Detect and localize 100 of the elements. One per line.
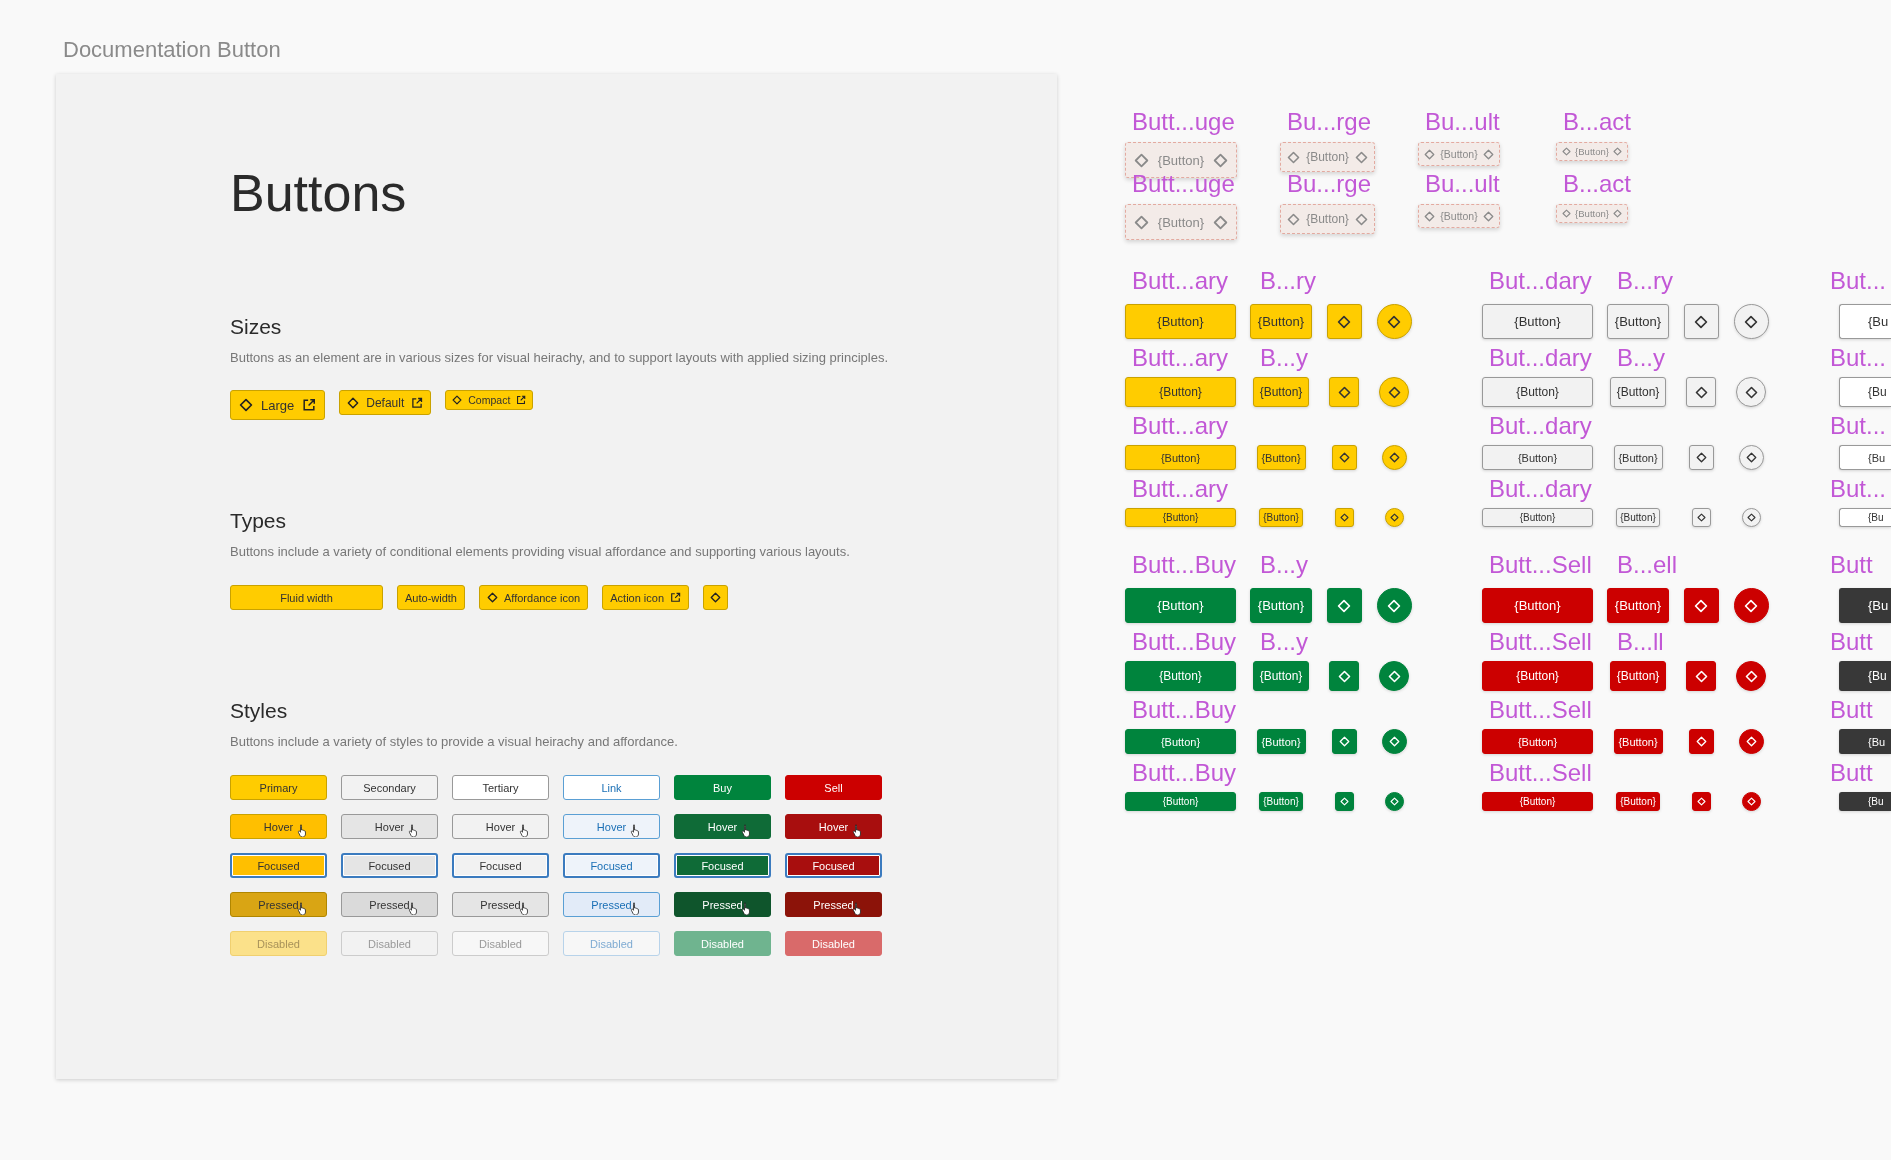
- button[interactable]: {Button}: [1125, 588, 1236, 623]
- button[interactable]: {Button}: [1253, 661, 1309, 691]
- button[interactable]: Hover: [563, 814, 660, 839]
- icon-button[interactable]: [1688, 445, 1714, 470]
- button[interactable]: Focused: [341, 853, 438, 878]
- button[interactable]: Sell: [785, 775, 882, 800]
- button[interactable]: Hover: [785, 814, 882, 839]
- button[interactable]: Link: [563, 775, 660, 800]
- component-label: Butt...uge: [1132, 109, 1235, 135]
- button[interactable]: Secondary: [341, 775, 438, 800]
- icon-button[interactable]: [1379, 377, 1409, 407]
- icon-button[interactable]: [1326, 304, 1362, 339]
- button[interactable]: {Button}: [1616, 792, 1660, 811]
- button[interactable]: Pressed: [785, 892, 882, 917]
- icon-button[interactable]: [1736, 661, 1766, 691]
- button[interactable]: Action icon: [602, 585, 690, 610]
- icon-button[interactable]: [1736, 377, 1766, 407]
- button[interactable]: Affordance icon: [479, 585, 589, 610]
- icon-button[interactable]: [1329, 377, 1359, 407]
- component-label: B...ry: [1260, 268, 1316, 294]
- button[interactable]: {Bu: [1839, 508, 1891, 527]
- button[interactable]: {Bu: [1839, 304, 1891, 339]
- icon-button[interactable]: [1331, 445, 1357, 470]
- button[interactable]: {Button}: [1125, 661, 1236, 691]
- icon-button[interactable]: [1691, 508, 1711, 527]
- icon-button[interactable]: [1741, 508, 1761, 527]
- button[interactable]: {Button}: [1259, 792, 1303, 811]
- button[interactable]: Focused: [230, 853, 327, 878]
- button[interactable]: {Bu: [1839, 661, 1891, 691]
- button[interactable]: Focused: [674, 853, 771, 878]
- button[interactable]: Focused: [452, 853, 549, 878]
- component-label: Butt...ary: [1132, 345, 1229, 371]
- button[interactable]: {Button}: [1482, 508, 1593, 527]
- button[interactable]: {Button}: [1482, 377, 1593, 407]
- icon-button[interactable]: [1738, 445, 1764, 470]
- button[interactable]: Compact: [445, 390, 534, 410]
- component-label: Bu...rge: [1287, 109, 1372, 135]
- button[interactable]: Hover: [452, 814, 549, 839]
- button[interactable]: Auto-width: [397, 585, 465, 610]
- button[interactable]: {Button}: [1125, 445, 1236, 470]
- button[interactable]: Fluid width: [230, 585, 383, 610]
- hand-cursor-icon: [629, 902, 641, 915]
- button[interactable]: Focused: [785, 853, 882, 878]
- icon-button[interactable]: [703, 585, 729, 610]
- button[interactable]: {Button}: [1125, 792, 1236, 811]
- button[interactable]: {Button}: [1256, 445, 1306, 470]
- button[interactable]: Focused: [563, 853, 660, 878]
- button[interactable]: Hover: [230, 814, 327, 839]
- button[interactable]: {Bu: [1839, 792, 1891, 811]
- button[interactable]: {Button}: [1259, 508, 1303, 527]
- button[interactable]: Pressed: [563, 892, 660, 917]
- icon-button[interactable]: [1376, 304, 1412, 339]
- icon-button[interactable]: [1334, 508, 1354, 527]
- button[interactable]: {Button}: [1253, 377, 1309, 407]
- button[interactable]: {Button}: [1482, 588, 1593, 623]
- icon-button[interactable]: [1384, 508, 1404, 527]
- button[interactable]: {Bu: [1839, 729, 1891, 754]
- icon-button[interactable]: [1683, 304, 1719, 339]
- button[interactable]: {Button}: [1610, 377, 1666, 407]
- button[interactable]: {Bu: [1839, 377, 1891, 407]
- button[interactable]: {Button}: [1125, 377, 1236, 407]
- button[interactable]: {Button}: [1607, 588, 1669, 623]
- component-label: Butt...Buy: [1132, 760, 1237, 786]
- button[interactable]: Pressed: [230, 892, 327, 917]
- button[interactable]: Primary: [230, 775, 327, 800]
- button[interactable]: Default: [339, 390, 432, 415]
- button[interactable]: {Bu: [1839, 445, 1891, 470]
- button[interactable]: {Button}: [1482, 729, 1593, 754]
- button[interactable]: {Button}: [1616, 508, 1660, 527]
- button[interactable]: {Button}: [1482, 792, 1593, 811]
- icon-button[interactable]: [1686, 661, 1716, 691]
- icon-button[interactable]: [1733, 304, 1769, 339]
- button[interactable]: {Button}: [1125, 304, 1236, 339]
- button[interactable]: {Button}: [1482, 661, 1593, 691]
- diamond-icon: [1389, 797, 1399, 806]
- button[interactable]: {Button}: [1250, 588, 1312, 623]
- button[interactable]: Pressed: [341, 892, 438, 917]
- external-link-icon: [302, 398, 317, 412]
- button[interactable]: {Button}: [1613, 729, 1663, 754]
- button[interactable]: {Bu: [1839, 588, 1891, 623]
- button[interactable]: {Button}: [1125, 729, 1236, 754]
- button[interactable]: Buy: [674, 775, 771, 800]
- button[interactable]: {Button}: [1607, 304, 1669, 339]
- button[interactable]: {Button}: [1250, 304, 1312, 339]
- button[interactable]: {Button}: [1125, 508, 1236, 527]
- hand-cursor-icon: [740, 824, 752, 837]
- button[interactable]: {Button}: [1610, 661, 1666, 691]
- button[interactable]: {Button}: [1613, 445, 1663, 470]
- button[interactable]: Large: [230, 390, 326, 420]
- button[interactable]: Pressed: [674, 892, 771, 917]
- button[interactable]: Pressed: [452, 892, 549, 917]
- button[interactable]: Hover: [674, 814, 771, 839]
- icon-button[interactable]: [1381, 445, 1407, 470]
- button[interactable]: Hover: [341, 814, 438, 839]
- button[interactable]: {Button}: [1256, 729, 1306, 754]
- button[interactable]: {Button}: [1482, 304, 1593, 339]
- button[interactable]: {Button}: [1482, 445, 1593, 470]
- button[interactable]: Tertiary: [452, 775, 549, 800]
- icon-button[interactable]: [1686, 377, 1716, 407]
- diamond-icon: [1744, 598, 1758, 613]
